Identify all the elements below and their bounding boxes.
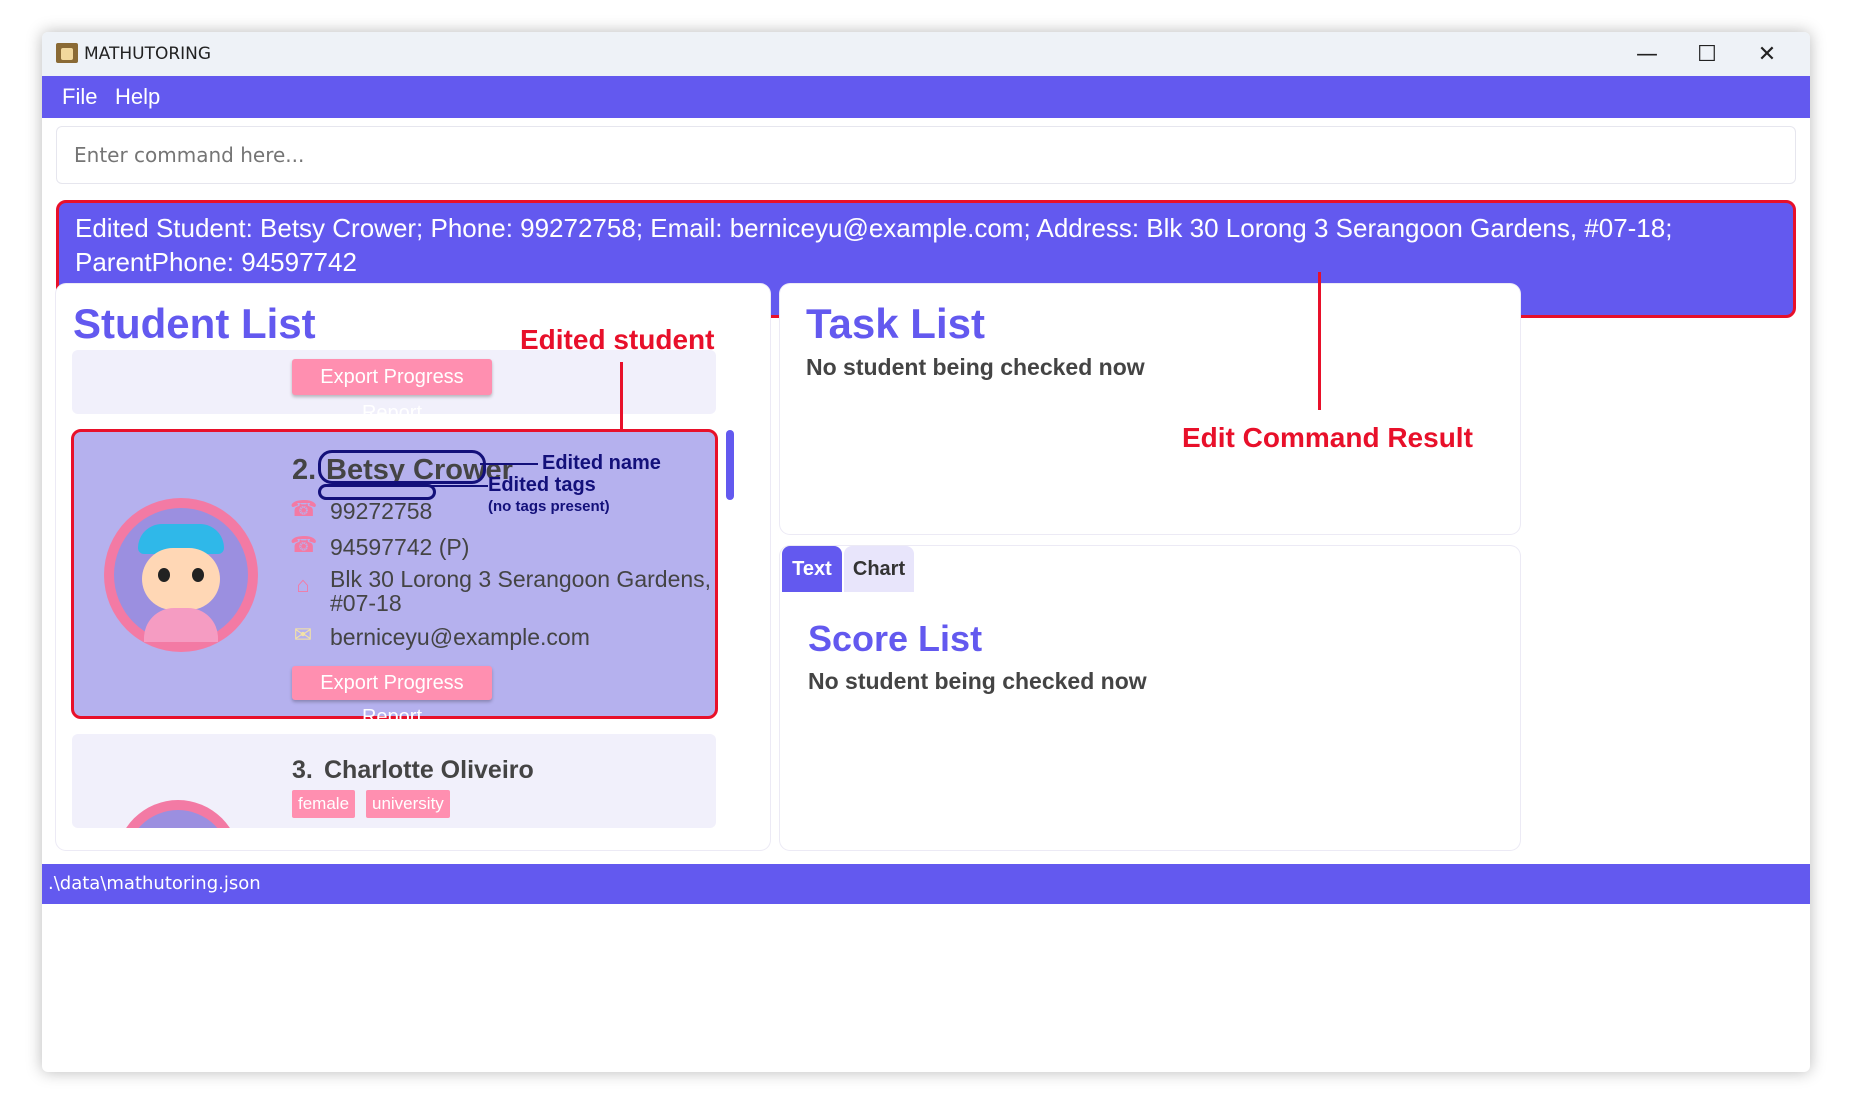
close-icon[interactable]: ✕ <box>1732 32 1802 76</box>
annotation-edit-command-result: Edit Command Result <box>1182 422 1473 453</box>
annotation-edited-student-line <box>620 362 623 432</box>
avatar <box>104 498 258 652</box>
annotation-edited-student: Edited student <box>520 324 715 355</box>
app-icon <box>56 43 78 63</box>
annotation-edited-tags-line <box>428 485 488 487</box>
tag-university: university <box>366 790 450 818</box>
envelope-icon: ✉ <box>293 622 313 647</box>
command-input[interactable] <box>56 126 1796 184</box>
student-list-title: Student List <box>73 300 316 347</box>
annotation-edited-name-line <box>480 463 538 465</box>
task-list-title: Task List <box>806 300 985 347</box>
student-card-charlotte-oliveiro[interactable]: 3. Charlotte Oliveiro female university <box>72 734 716 828</box>
avatar-eye-right <box>192 568 204 582</box>
parent-phone-icon: ☎ <box>290 532 318 557</box>
export-progress-report-button[interactable]: Export Progress Report <box>292 666 492 728</box>
student-address-line2: #07-18 <box>330 590 402 616</box>
avatar-background <box>126 810 230 828</box>
tab-text[interactable]: Text <box>782 546 842 592</box>
annotation-edit-command-result-line <box>1318 272 1321 410</box>
student-parent-phone: 94597742 (P) <box>330 534 470 560</box>
menu-help[interactable]: Help <box>115 84 160 110</box>
tag-female: female <box>292 790 356 818</box>
student-name: Charlotte Oliveiro <box>324 756 534 784</box>
title-bar: MATHUTORING — ☐ ✕ <box>42 32 1810 76</box>
student-phone: 99272758 <box>330 498 433 524</box>
avatar-face <box>142 548 220 610</box>
student-list-scrollbar[interactable] <box>726 430 734 500</box>
student-email: berniceyu@example.com <box>330 624 590 650</box>
menu-bar: File Help <box>42 76 1810 118</box>
export-progress-report-button[interactable]: Export Progress Report <box>292 359 492 424</box>
status-file-path: .\data\mathutoring.json <box>48 873 261 894</box>
tab-chart[interactable]: Chart <box>844 546 914 592</box>
status-bar: .\data\mathutoring.json <box>42 864 1810 904</box>
avatar <box>116 800 240 828</box>
student-address-line1: Blk 30 Lorong 3 Serangoon Gardens, <box>330 566 712 592</box>
student-index: 2. <box>292 454 317 486</box>
task-list-empty-text: No student being checked now <box>806 354 1145 380</box>
score-list-empty-text: No student being checked now <box>808 668 1147 694</box>
annotation-no-tags-present: (no tags present) <box>488 498 610 515</box>
command-result-text: Edited Student: Betsy Crower; Phone: 992… <box>75 213 1673 277</box>
annotation-edited-tags: Edited tags <box>488 474 596 496</box>
menu-file[interactable]: File <box>62 84 97 110</box>
score-list-title: Score List <box>808 618 983 659</box>
annotation-edited-name: Edited name <box>542 452 661 474</box>
home-icon: ⌂ <box>296 572 310 597</box>
app-window: MATHUTORING — ☐ ✕ File Help Edited Stude… <box>42 32 1810 1072</box>
phone-icon: ☎ <box>290 496 318 521</box>
avatar-eye-left <box>158 568 170 582</box>
edited-name-outline <box>318 450 486 484</box>
window-title: MATHUTORING <box>84 44 212 64</box>
student-index: 3. <box>292 756 313 784</box>
